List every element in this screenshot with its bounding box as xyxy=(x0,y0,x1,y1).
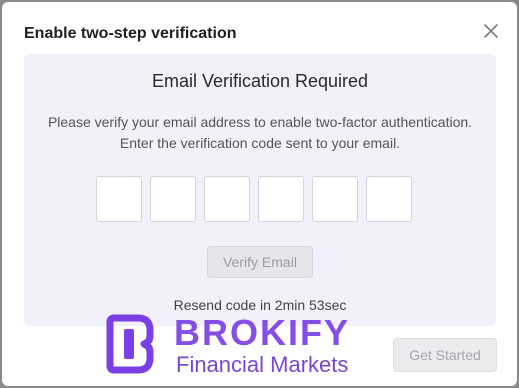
code-digit-2[interactable] xyxy=(150,176,196,222)
two-step-dialog: Enable two-step verification Email Verif… xyxy=(2,2,517,386)
code-digit-6[interactable] xyxy=(366,176,412,222)
verification-panel: Email Verification Required Please verif… xyxy=(24,54,496,326)
code-digit-1[interactable] xyxy=(96,176,142,222)
code-digit-3[interactable] xyxy=(204,176,250,222)
watermark-tagline: Financial Markets xyxy=(176,352,349,377)
verification-heading: Email Verification Required xyxy=(151,71,369,91)
get-started-button[interactable]: Get Started xyxy=(393,338,497,372)
close-icon[interactable] xyxy=(482,22,500,40)
code-input-group xyxy=(96,176,412,222)
verification-description-line2: Enter the verification code sent to your… xyxy=(119,135,401,151)
code-digit-5[interactable] xyxy=(312,176,358,222)
verification-description-line1: Please verify your email address to enab… xyxy=(47,114,473,130)
code-digit-4[interactable] xyxy=(258,176,304,222)
verify-email-button[interactable]: Verify Email xyxy=(207,246,313,278)
dialog-title: Enable two-step verification xyxy=(24,25,237,42)
resend-code-text: Resend code in 2min 53sec xyxy=(173,297,347,313)
